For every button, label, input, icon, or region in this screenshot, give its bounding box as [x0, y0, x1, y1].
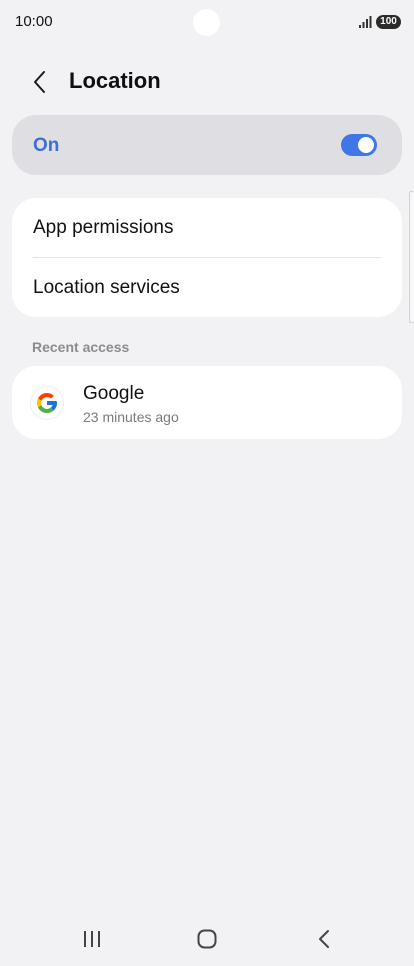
- signal-strength-icon: [359, 16, 372, 28]
- system-navigation-bar: [0, 912, 414, 966]
- front-camera-cutout: [193, 9, 220, 36]
- status-time: 10:00: [15, 13, 53, 30]
- settings-item-label: App permissions: [33, 217, 174, 238]
- settings-item-location-services[interactable]: Location services: [12, 258, 402, 317]
- google-logo-icon: [31, 387, 63, 419]
- status-bar: 10:00 100: [0, 0, 414, 44]
- settings-item-app-permissions[interactable]: App permissions: [12, 198, 402, 257]
- home-button[interactable]: [187, 926, 227, 952]
- battery-indicator: 100: [376, 15, 401, 29]
- settings-item-label: Location services: [33, 277, 180, 298]
- page-header: Location: [0, 56, 414, 106]
- recent-apps-button[interactable]: [72, 926, 112, 952]
- page-title: Location: [69, 68, 161, 93]
- home-icon: [197, 929, 217, 949]
- app-last-access-time: 23 minutes ago: [83, 409, 179, 425]
- scroll-indicator[interactable]: [409, 191, 414, 323]
- toggle-label: On: [33, 135, 60, 156]
- recent-apps-icon: [84, 931, 100, 947]
- back-icon: [319, 930, 329, 948]
- chevron-left-icon: [34, 71, 45, 93]
- location-settings-card: App permissions Location services: [12, 198, 402, 317]
- back-button[interactable]: [26, 68, 54, 96]
- section-header-recent-access: Recent access: [32, 339, 130, 355]
- location-switch[interactable]: [341, 134, 377, 156]
- location-master-toggle[interactable]: On: [12, 115, 402, 175]
- app-name: Google: [83, 383, 145, 404]
- back-nav-button[interactable]: [304, 926, 344, 952]
- recent-access-item-google[interactable]: Google 23 minutes ago: [12, 366, 402, 439]
- switch-knob: [358, 137, 374, 153]
